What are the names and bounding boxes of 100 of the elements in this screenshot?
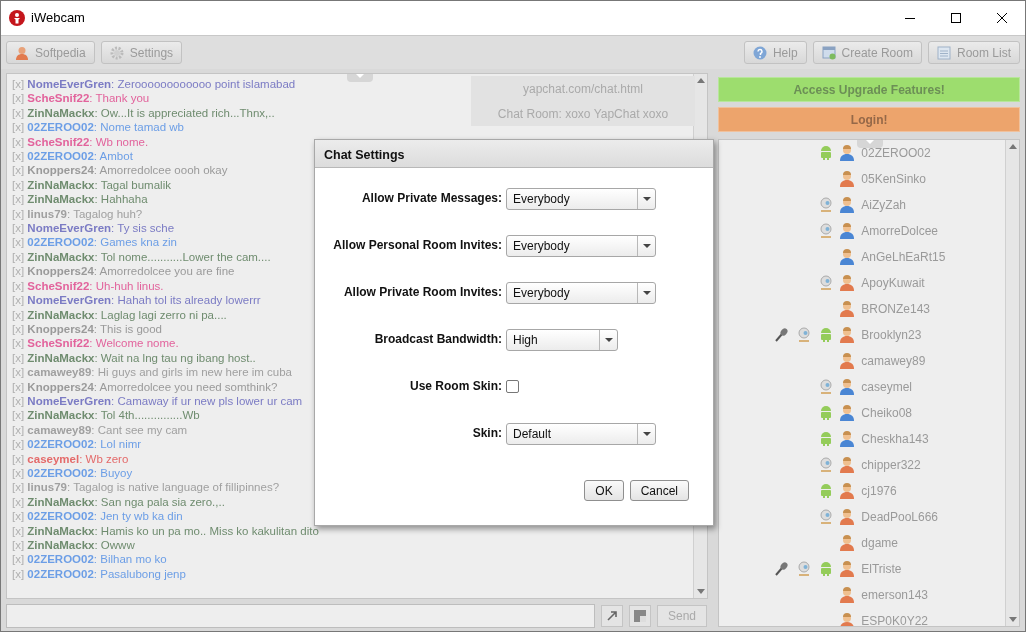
chat-message: [x] linus79: Tagalog huh? [12, 206, 143, 222]
chat-message: [x] camawey89: Hi guys and girls im new here im cuba [12, 365, 292, 380]
user-name[interactable]: ESP0K0Y22 [861, 614, 928, 626]
caret-icon [642, 243, 651, 249]
chat-message: [x] Knoppers24: Amorredolcee you need somthink? [12, 379, 278, 394]
scroll-up-icon[interactable] [696, 78, 705, 83]
user-name[interactable]: Cheskha143 [861, 432, 929, 446]
chat-message: [x] NomeEverGren: Hahah tol its already lowerrr [12, 293, 261, 308]
chat-message: [x] Knoppers24: Amorredolcee oooh okay [12, 163, 228, 178]
ok-button[interactable]: OK [584, 480, 624, 501]
chat-message: [x] NomeEverGren: Camaway if ur new pls lower ur cam [12, 393, 303, 409]
user-name[interactable]: BRONZe143 [861, 302, 930, 316]
user-name[interactable]: camawey89 [861, 354, 926, 368]
chat-message: [x] linus79: Tagalog is native language of fillipinnes? [12, 480, 280, 495]
user-name[interactable]: caseymel [861, 380, 912, 394]
user-name[interactable]: emerson143 [861, 588, 928, 602]
user-name[interactable]: AnGeLhEaRt15 [861, 250, 946, 264]
login-button[interactable]: Login! [718, 107, 1020, 132]
user-name[interactable]: 02ZEROO02 [861, 146, 931, 160]
person-icon [15, 45, 29, 60]
user-name[interactable]: Cheiko08 [861, 406, 912, 420]
chat-message: [x] 02ZEROO02: Games kna zin [12, 235, 177, 250]
field-label: Allow Private Messages: [360, 190, 503, 207]
chat-message: [x] 02ZEROO02: Ambot [12, 149, 133, 164]
chat-message: [x] ScheSnif22: Thank you [12, 91, 150, 106]
chat-message: [x] 02ZEROO02: Lol nimr [12, 437, 142, 452]
close-icon [997, 13, 1007, 23]
chat-message: [x] ZinNaMackx: Wait na lng tau ng ibang host.. [12, 350, 256, 366]
caret-icon [356, 74, 364, 79]
dropdown[interactable]: Everybody [506, 282, 656, 304]
window-add-icon [821, 45, 836, 60]
help-icon [752, 45, 767, 60]
user-name[interactable]: AmorreDolcee [861, 224, 938, 238]
gear-icon [109, 45, 124, 60]
checkbox[interactable] [506, 380, 519, 393]
toolbar-button[interactable]: Settings [100, 41, 183, 64]
user-name[interactable]: dgame [861, 536, 898, 550]
chat-message: [x] 02ZEROO02: Jen ty wb ka din [12, 509, 183, 524]
field-label: Use Room Skin: [409, 378, 503, 395]
send-button[interactable]: Send [657, 605, 707, 627]
caret-icon [642, 290, 651, 296]
room-info-text: yapchat.com/chat.html [521, 80, 645, 98]
chat-message: [x] Knoppers24: Amorredolcee you are fine [12, 264, 235, 279]
diagonal-arrow-icon [606, 610, 618, 622]
chat-message: [x] ScheSnif22: Uh-huh linus. [12, 278, 164, 294]
chat-message: [x] NomeEverGren: Ty sis sche [12, 221, 175, 236]
color-square-icon [634, 610, 646, 622]
caret-icon [866, 140, 875, 145]
chat-message: [x] ZinNaMackx: Hahhaha [12, 192, 148, 207]
chat-message: [x] ZinNaMackx: Ow...It is appreciated rich...Thnx,.. [12, 105, 275, 121]
app-logo-icon [9, 10, 25, 26]
chat-message: [x] ZinNaMackx: Tagal bumalik [12, 177, 171, 193]
toolbar-button[interactable]: Softpedia [6, 41, 95, 64]
caret-icon [604, 337, 613, 343]
chat-message: [x] caseymel: Wb zero [12, 451, 129, 466]
user-name[interactable]: ElTriste [861, 562, 902, 576]
chat-message: [x] Knoppers24: This is good [12, 321, 162, 337]
window-title: iWebcam [31, 9, 85, 28]
chat-message: [x] 02ZEROO02: Bilhan mo ko [12, 552, 167, 567]
toolbar-button[interactable]: Room List [927, 41, 1020, 64]
user-name[interactable]: chipper322 [861, 458, 921, 472]
chat-message: [x] ZinNaMackx: Laglag lagi zerro ni pa.... [12, 307, 227, 322]
chat-message: [x] ZinNaMackx: Owww [12, 538, 135, 553]
maximize-icon [951, 13, 961, 23]
field-label: Allow Personal Room Invites: [332, 237, 503, 254]
cancel-button[interactable]: Cancel [629, 480, 689, 501]
dropdown[interactable]: Everybody [506, 235, 656, 257]
field-label: Allow Private Room Invites: [342, 284, 503, 301]
chat-message: [x] ZinNaMackx: Hamis ko un pa mo.. Miss ko kakulitan dito [12, 523, 319, 538]
chat-message: [x] 02ZEROO02: Nome tamad wb [12, 120, 184, 135]
user-name[interactable]: Brooklyn23 [861, 328, 922, 342]
upgrade-button[interactable]: Access Upgrade Features! [718, 77, 1020, 102]
chat-message: [x] 02ZEROO02: Buyoy [12, 465, 133, 481]
scrollbar[interactable] [1005, 140, 1019, 626]
chat-message: [x] 02ZEROO02: Pasalubong jenp [12, 566, 186, 582]
user-name[interactable]: AiZyZah [861, 198, 906, 212]
message-input[interactable] [6, 604, 595, 628]
color-button[interactable] [629, 605, 651, 627]
chat-message: [x] ScheSnif22: Wb nome. [12, 134, 149, 150]
chat-message: [x] NomeEverGren: Zeroooooooooooo point islamabad [12, 77, 296, 92]
field-label: Skin: [471, 425, 503, 442]
user-name[interactable]: 05KenSinko [861, 172, 926, 186]
dropdown[interactable]: Default [506, 423, 656, 445]
user-name[interactable]: cj1976 [861, 484, 897, 498]
expand-button[interactable] [601, 605, 623, 627]
chat-message: [x] ScheSnif22: Welcome nome. [12, 336, 179, 351]
chat-message: [x] ZinNaMackx: Tol nome...........Lower the cam.... [12, 249, 271, 265]
toolbar-button[interactable]: Help [743, 41, 807, 64]
dropdown[interactable]: High [506, 329, 618, 351]
caret-icon [642, 196, 651, 202]
dropdown[interactable]: Everybody [506, 188, 656, 210]
user-name[interactable]: DeadPooL666 [861, 510, 939, 524]
user-name[interactable]: ApoyKuwait [861, 276, 925, 290]
scroll-down-icon[interactable] [696, 589, 705, 594]
scroll-up-icon[interactable] [1008, 144, 1017, 149]
chat-message: [x] ZinNaMackx: San nga pala sia zero.,.. [12, 494, 225, 510]
chat-message: [x] ZinNaMackx: Tol 4th...............Wb [12, 408, 200, 423]
toolbar-button[interactable]: Create Room [812, 41, 922, 64]
scroll-down-icon[interactable] [1008, 617, 1017, 622]
field-label: Broadcast Bandwidth: [373, 331, 503, 348]
